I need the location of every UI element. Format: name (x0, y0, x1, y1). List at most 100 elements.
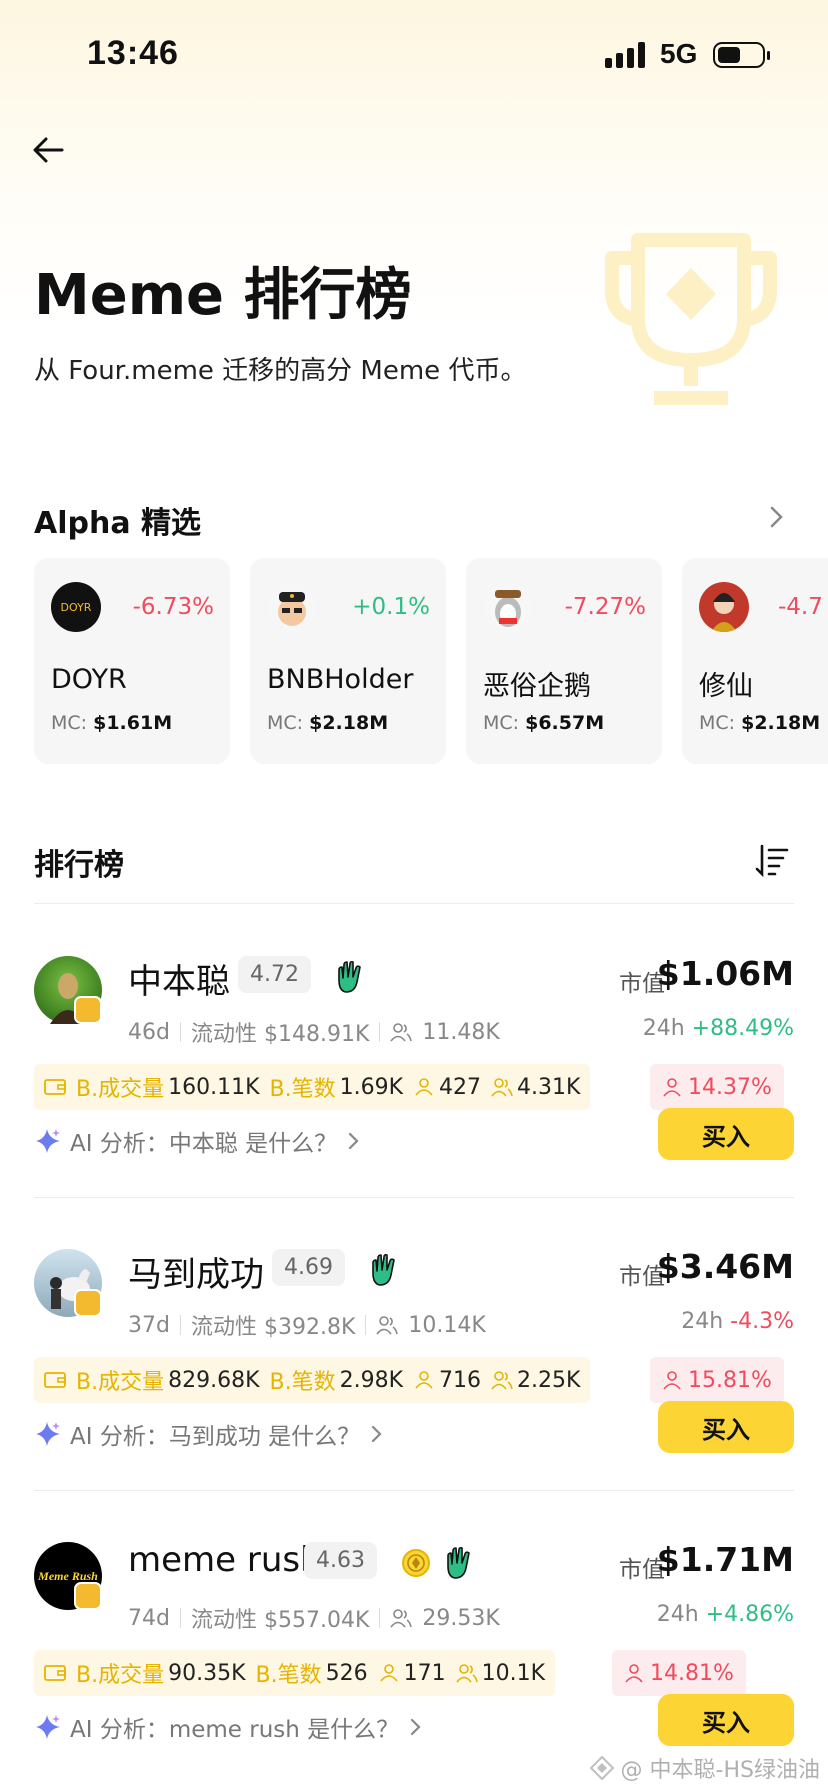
score-badge: 4.63 (304, 1542, 377, 1579)
liquidity: 流动性 $392.8K (190, 1315, 356, 1340)
coin-badge-icon (400, 1546, 432, 1580)
top-holders-badge: 14.37% (650, 1064, 784, 1110)
buy-button[interactable]: 买入 (658, 1694, 794, 1746)
change-percent: -4.7 (778, 594, 823, 620)
wallet-icon (44, 1371, 66, 1389)
change-24h: 24h -4.3% (681, 1309, 794, 1334)
token-age: 74d (128, 1605, 170, 1631)
token-name: meme rush (128, 1540, 322, 1580)
alpha-cards: DOYR -6.73% DOYR MC: $1.61M +0.1% BNBHol… (34, 558, 828, 764)
traders-value: 427 (439, 1074, 482, 1100)
mc-label: MC: (51, 712, 88, 734)
wallet-icon (44, 1078, 66, 1096)
trade-stats: B.成交量 829.68K B.笔数 2.98K 716 2.25K (34, 1357, 591, 1403)
avatar-text: DOYR (60, 600, 92, 614)
mc-label: MC: (267, 712, 304, 734)
ai-analysis-link[interactable]: AI 分析：中本聪 是什么？ (34, 1124, 363, 1158)
users-icon (491, 1077, 513, 1097)
txns-label: B.笔数 (255, 1663, 322, 1688)
sparkle-icon (34, 1420, 62, 1448)
token-name: 恶俗企鹅 (483, 671, 591, 702)
score-badge: 4.69 (272, 1249, 345, 1286)
buy-button[interactable]: 买入 (658, 1401, 794, 1453)
token-age: 37d (128, 1312, 170, 1338)
token-avatar: DOYR (51, 582, 101, 632)
mc-value: $2.18M (309, 712, 389, 734)
token-name: DOYR (51, 664, 127, 695)
page-subtitle: 从 Four.meme 迁移的高分 Meme 代币。 (34, 356, 527, 386)
bnb-chain-icon (74, 996, 102, 1024)
person-icon (662, 1077, 682, 1097)
market-cap: $3.46M (656, 1247, 794, 1286)
txns-label: B.笔数 (269, 1370, 336, 1395)
market-cap: MC: $6.57M (483, 712, 604, 734)
ranking-row[interactable]: 中本聪 4.72 46d 流动性 $148.91K 11.48K 市值 $1.0… (0, 908, 828, 1168)
token-name: 修仙 (699, 671, 753, 702)
holders-count: 10.14K (408, 1312, 486, 1338)
change-percent: -6.73% (132, 594, 214, 620)
watermark-logo-icon (589, 1755, 615, 1781)
sparkle-icon (34, 1713, 62, 1741)
chevron-right-icon[interactable] (765, 500, 789, 534)
hand-icon (333, 960, 365, 994)
change-value: +88.49% (691, 1016, 794, 1041)
users-icon (455, 1663, 478, 1683)
watermark: @ 中本聪-HS绿油油 (589, 1752, 820, 1784)
change-percent: -7.27% (564, 594, 646, 620)
hand-icon (442, 1546, 474, 1580)
volume-value: 160.11K (168, 1074, 260, 1100)
status-bar: 13:46 5G (0, 0, 828, 110)
ai-analysis-link[interactable]: AI 分析：马到成功 是什么？ (34, 1417, 386, 1451)
ai-analysis-text: AI 分析：中本聪 是什么？ (70, 1131, 338, 1157)
chevron-right-icon (407, 1715, 425, 1739)
alpha-heading: Alpha 精选 (34, 506, 202, 541)
wallet-icon (44, 1664, 66, 1682)
alpha-card-bnbholder[interactable]: +0.1% BNBHolder MC: $2.18M (250, 558, 446, 764)
change-label: 24h (681, 1309, 724, 1334)
ranking-row[interactable]: 马到成功 4.69 37d 流动性 $392.8K 10.14K 市值 $3.4… (0, 1201, 828, 1461)
network-type: 5G (660, 38, 698, 69)
ranking-heading: 排行榜 (34, 848, 124, 883)
token-meta: 46d 流动性 $148.91K 11.48K (128, 1016, 500, 1048)
alpha-card-doyr[interactable]: DOYR -6.73% DOYR MC: $1.61M (34, 558, 230, 764)
divider (34, 1490, 794, 1491)
traders-icon (413, 1370, 435, 1390)
txns-value: 1.69K (339, 1074, 404, 1100)
change-percent: +0.1% (352, 594, 430, 620)
holders-count: 11.48K (422, 1019, 500, 1045)
change-value: -4.3% (730, 1309, 794, 1334)
person-icon (662, 1370, 682, 1390)
liquidity: 流动性 $557.04K (190, 1608, 370, 1633)
change-value: +4.86% (705, 1602, 794, 1627)
top-holders-badge: 15.81% (650, 1357, 784, 1403)
sort-icon[interactable] (754, 842, 790, 878)
token-avatar (699, 582, 749, 632)
top-holders-value: 15.81% (688, 1367, 772, 1393)
ranking-row[interactable]: Meme Rush meme rush 4.63 74d 流动性 $557.04… (0, 1494, 828, 1754)
traders-value: 716 (439, 1367, 482, 1393)
status-time: 13:46 (87, 34, 179, 72)
buy-button[interactable]: 买入 (658, 1108, 794, 1160)
ai-analysis-text: AI 分析：meme rush 是什么？ (70, 1717, 400, 1743)
chevron-right-icon (368, 1422, 386, 1446)
volume-label: B.成交量 (76, 1663, 165, 1688)
volume-value: 90.35K (168, 1660, 246, 1686)
change-24h: 24h +4.86% (657, 1602, 794, 1627)
market-cap: MC: $1.61M (51, 712, 172, 734)
trade-stats: B.成交量 90.35K B.笔数 526 171 10.1K (34, 1650, 556, 1696)
ai-analysis-text: AI 分析：马到成功 是什么？ (70, 1424, 361, 1450)
divider (34, 903, 794, 904)
back-arrow-icon[interactable] (28, 130, 68, 170)
users-icon (390, 1022, 413, 1042)
trophy-icon (598, 228, 784, 414)
change-24h: 24h +88.49% (643, 1016, 794, 1041)
liquidity: 流动性 $148.91K (190, 1022, 370, 1047)
token-name: BNBHolder (267, 664, 414, 695)
ai-analysis-link[interactable]: AI 分析：meme rush 是什么？ (34, 1710, 425, 1744)
change-label: 24h (642, 1016, 685, 1041)
alpha-card-xiuxian[interactable]: -4.7 修仙 MC: $2.18M (682, 558, 828, 764)
top-holders-value: 14.37% (688, 1074, 772, 1100)
mc-value: $6.57M (525, 712, 605, 734)
alpha-card-penguin[interactable]: -7.27% 恶俗企鹅 MC: $6.57M (466, 558, 662, 764)
hand-icon (367, 1253, 399, 1287)
